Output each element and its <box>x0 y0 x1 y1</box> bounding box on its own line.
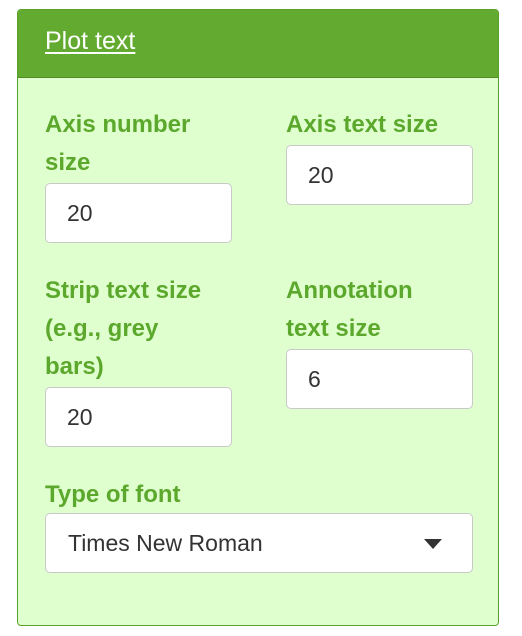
axis-text-size-label-line1: Axis text size <box>286 111 439 138</box>
plot-text-toggle-link[interactable]: Plot text <box>45 27 135 56</box>
axis-number-size-input[interactable] <box>45 183 232 243</box>
strip-text-size-label-line3: bars) <box>45 353 104 380</box>
caret-down-icon <box>424 539 442 549</box>
font-type-selected-value: Times New Roman <box>68 529 263 556</box>
annotation-text-size-label-line2: text size <box>286 315 381 342</box>
annotation-text-size-label-line1: Annotation <box>286 277 413 304</box>
annotation-text-size-input[interactable] <box>286 349 473 409</box>
font-type-label: Type of font <box>45 476 181 514</box>
strip-text-size-label-line1: Strip text size <box>45 277 202 304</box>
strip-text-size-input[interactable] <box>45 387 232 447</box>
axis-text-size-input[interactable] <box>286 145 473 205</box>
strip-text-size-label-line2: (e.g., grey <box>45 315 159 342</box>
axis-number-size-label-line1: Axis number <box>45 111 191 138</box>
strip-text-size-label: Strip text size (e.g., grey bars) <box>45 272 201 386</box>
axis-number-size-label: Axis number size <box>45 106 190 182</box>
axis-number-size-label-line2: size <box>45 149 91 176</box>
font-type-select[interactable]: Times New Roman <box>45 513 473 573</box>
axis-text-size-label: Axis text size <box>286 106 438 144</box>
plot-text-panel: Plot text Axis number size Axis text siz… <box>17 9 499 626</box>
annotation-text-size-label: Annotation text size <box>286 272 413 348</box>
font-type-label-line1: Type of font <box>45 481 181 508</box>
panel-header: Plot text <box>18 10 498 78</box>
